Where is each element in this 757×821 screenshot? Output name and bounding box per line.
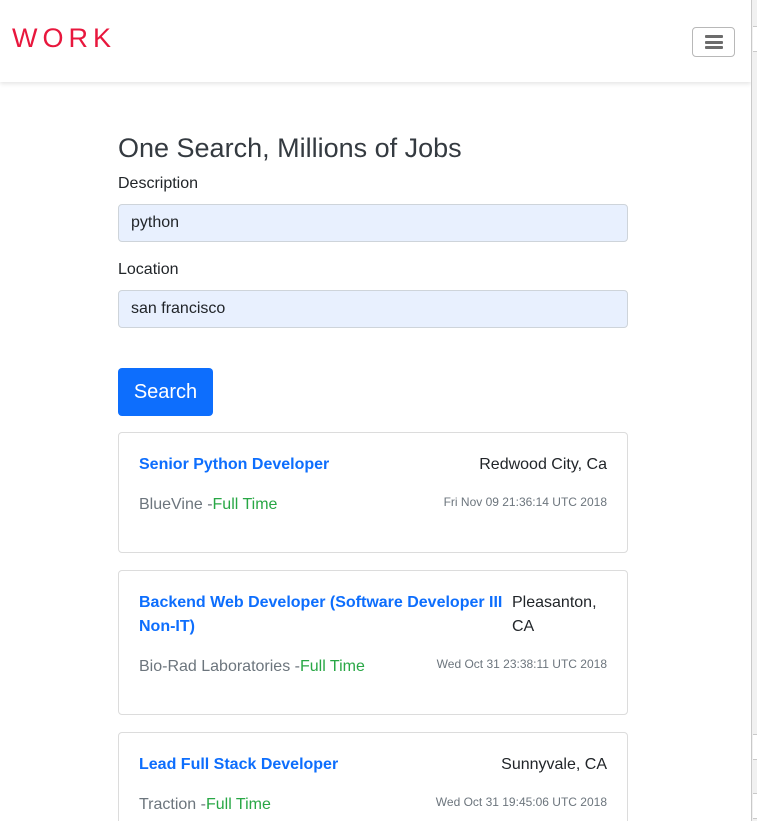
hamburger-menu-icon <box>704 35 723 49</box>
search-section: One Search, Millions of Jobs Description… <box>118 130 628 821</box>
job-date: Wed Oct 31 23:38:11 UTC 2018 <box>436 657 607 671</box>
description-input[interactable] <box>118 204 628 242</box>
job-location: Redwood City, Ca <box>479 456 607 473</box>
page-title: One Search, Millions of Jobs <box>118 133 462 163</box>
job-date: Fri Nov 09 21:36:14 UTC 2018 <box>443 495 607 509</box>
job-company-name: Traction - <box>139 796 206 813</box>
job-card: Senior Python Developer Redwood City, Ca… <box>118 432 628 553</box>
location-label: Location <box>118 261 179 278</box>
job-location: Pleasanton, CA <box>512 594 597 635</box>
job-date: Wed Oct 31 19:45:06 UTC 2018 <box>435 795 607 809</box>
brand-logo[interactable]: WORK <box>12 23 116 54</box>
job-company: BlueVine -Full Time <box>139 493 277 517</box>
job-title-link[interactable]: Lead Full Stack Developer <box>139 753 338 777</box>
job-card: Lead Full Stack Developer Sunnyvale, CA … <box>118 732 628 821</box>
job-company: Bio-Rad Laboratories -Full Time <box>139 655 365 679</box>
navbar-toggler-button[interactable] <box>692 27 735 57</box>
job-company: Traction -Full Time <box>139 793 271 817</box>
job-type: Full Time <box>299 658 365 675</box>
job-title-link[interactable]: Senior Python Developer <box>139 453 329 477</box>
description-label: Description <box>118 175 199 192</box>
window-edge-scrollbar[interactable] <box>751 0 757 821</box>
scrollbar-segment <box>753 793 757 819</box>
location-input[interactable] <box>118 290 628 328</box>
job-card: Backend Web Developer (Software Develope… <box>118 570 628 715</box>
scrollbar-segment <box>753 26 757 52</box>
scrollbar-segment <box>753 734 757 760</box>
navbar: WORK <box>0 0 751 82</box>
job-location: Sunnyvale, CA <box>501 756 607 773</box>
job-results-list: Senior Python Developer Redwood City, Ca… <box>118 432 628 821</box>
job-title-link[interactable]: Backend Web Developer (Software Develope… <box>139 591 511 639</box>
job-type: Full Time <box>205 796 271 813</box>
job-company-name: Bio-Rad Laboratories - <box>139 658 300 675</box>
job-company-name: BlueVine - <box>139 496 213 513</box>
page: WORK One Search, Millions of Jobs Descri… <box>0 0 751 821</box>
search-button[interactable]: Search <box>118 368 213 416</box>
job-type: Full Time <box>212 496 278 513</box>
